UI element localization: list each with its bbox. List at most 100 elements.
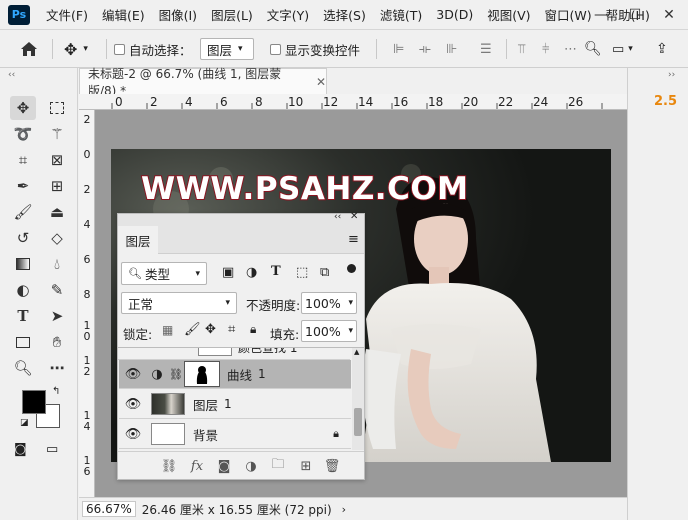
lasso-tool-icon[interactable]: ➰	[10, 122, 36, 146]
new-layer-icon[interactable]: ⊞	[295, 454, 317, 478]
lock-position-icon[interactable]: ✥	[205, 322, 216, 337]
type-tool-icon[interactable]: T	[10, 304, 36, 328]
filter-adjustment-icon[interactable]: ◑	[246, 265, 257, 280]
align-center-h-icon[interactable]: ⟛	[419, 30, 431, 68]
rectangle-tool-icon[interactable]	[10, 330, 36, 354]
close-window-button[interactable]: ✕	[652, 0, 686, 30]
auto-select-checkbox[interactable]: 自动选择：	[114, 30, 192, 68]
frame-tool-icon[interactable]: ⊠	[44, 148, 70, 172]
menu-filter[interactable]: 滤镜(T)	[380, 5, 422, 24]
gradient-tool-icon[interactable]	[10, 252, 36, 276]
path-selection-tool-icon[interactable]: ➤	[44, 304, 70, 328]
menu-edit[interactable]: 编辑(E)	[102, 5, 145, 24]
search-icon[interactable]: 🔍︎	[584, 30, 602, 68]
menu-type[interactable]: 文字(Y)	[267, 5, 309, 24]
search-icon: 🔍︎	[128, 267, 142, 280]
menu-image[interactable]: 图像(I)	[159, 5, 197, 24]
healing-brush-tool-icon[interactable]: ⊞	[44, 174, 70, 198]
menu-select[interactable]: 选择(S)	[323, 5, 366, 24]
status-menu-chevron-icon[interactable]: ›	[342, 503, 346, 516]
move-tool-icon[interactable]: ✥	[10, 96, 36, 120]
panel-menu-icon[interactable]: ≡	[348, 232, 359, 247]
filter-pixel-icon[interactable]: ▣	[222, 265, 234, 280]
layer-row-photo[interactable]: 👁︎ 图层 1	[119, 390, 351, 419]
close-panel-icon[interactable]: ✕	[350, 211, 358, 222]
menu-file[interactable]: 文件(F)	[46, 5, 88, 24]
brush-tool-icon[interactable]: 🖌︎	[10, 200, 36, 224]
more-align-icon[interactable]: ⋯	[564, 30, 577, 68]
align-top-icon[interactable]: ⫪	[518, 30, 525, 68]
magic-wand-tool-icon[interactable]: ⚚	[44, 122, 70, 146]
menu-layer[interactable]: 图层(L)	[211, 5, 253, 24]
add-mask-icon[interactable]: ◙	[213, 454, 235, 478]
share-icon[interactable]: ⇪	[656, 30, 668, 68]
lock-artboard-icon[interactable]: ⌗	[228, 322, 235, 337]
layer-mask-thumbnail[interactable]	[183, 361, 220, 387]
expand-panels-icon[interactable]: ››	[668, 70, 675, 80]
visibility-eye-icon[interactable]: 👁︎	[119, 367, 147, 382]
move-tool-preset-icon[interactable]: ✥ ▾	[64, 30, 88, 68]
visibility-eye-icon[interactable]: 👁︎	[119, 427, 147, 442]
blur-tool-icon[interactable]: 💧︎	[44, 252, 70, 276]
auto-select-target-dropdown[interactable]: 图层 ▾	[200, 30, 254, 68]
eraser-tool-icon[interactable]: ◇	[44, 226, 70, 250]
menu-view[interactable]: 视图(V)	[487, 5, 530, 24]
layers-scrollbar[interactable]: ▲	[352, 348, 364, 450]
filter-shape-icon[interactable]: ⬚	[296, 265, 308, 280]
scroll-up-icon[interactable]: ▲	[354, 348, 359, 356]
panel-drag-bar[interactable]: ‹‹ ✕	[118, 211, 364, 226]
screen-mode-icon[interactable]: ▭	[46, 442, 58, 457]
workspace-icon[interactable]: ▭ ▾	[612, 30, 633, 68]
lock-transparent-icon[interactable]: ▦	[162, 323, 173, 337]
chain-link-icon[interactable]: ⛓︎	[169, 368, 183, 381]
eyedropper-tool-icon[interactable]: ✒	[10, 174, 36, 198]
tab-layers[interactable]: 图层	[118, 226, 158, 254]
distribute-h-icon[interactable]: ☰	[480, 30, 492, 68]
zoom-tool-icon[interactable]: 🔍︎	[10, 356, 36, 380]
lock-image-pixels-icon[interactable]: 🖌︎	[184, 322, 201, 337]
scrollbar-thumb[interactable]	[354, 408, 362, 436]
foreground-color-swatch[interactable]	[22, 390, 46, 414]
history-brush-tool-icon[interactable]: ↺	[10, 226, 36, 250]
document-tab[interactable]: 未标题-2 @ 66.7% (曲线 1, 图层蒙版/8) * ✕	[79, 67, 327, 98]
new-group-folder-icon[interactable]: 🗀	[267, 454, 289, 478]
home-icon[interactable]	[20, 30, 38, 68]
align-right-icon[interactable]: ⊪	[446, 30, 457, 68]
new-adjustment-layer-icon[interactable]: ◑	[240, 454, 262, 478]
crop-tool-icon[interactable]: ⌗	[10, 148, 36, 172]
collapse-tools-icon[interactable]: ‹‹	[8, 70, 15, 80]
align-left-icon[interactable]: ⊫	[393, 30, 404, 68]
layer-style-fx-button[interactable]: fx	[186, 454, 208, 478]
maximize-button[interactable]: ☐	[618, 0, 652, 30]
hand-tool-icon[interactable]: ✋︎	[44, 330, 70, 354]
filter-type-icon[interactable]: T	[271, 264, 281, 279]
align-middle-v-icon[interactable]: ⫩	[542, 30, 549, 68]
visibility-eye-icon[interactable]: 👁︎	[119, 397, 147, 412]
fill-input[interactable]: 100% ▾	[301, 320, 357, 342]
link-layers-icon[interactable]: ⛓︎	[158, 454, 180, 478]
quick-mask-icon[interactable]: ◙	[14, 442, 27, 457]
layer-row-background[interactable]: 👁︎ 背景 🔒︎	[119, 420, 351, 449]
dodge-tool-icon[interactable]: ◐	[10, 278, 36, 302]
marquee-tool-icon[interactable]	[44, 96, 70, 120]
lock-all-icon[interactable]: 🔒︎	[250, 322, 256, 337]
filter-toggle-icon[interactable]	[347, 264, 356, 273]
menu-3d[interactable]: 3D(D)	[436, 7, 473, 22]
show-transform-checkbox[interactable]: 显示变换控件	[270, 30, 360, 68]
swap-colors-icon[interactable]: ↰	[52, 386, 60, 397]
delete-layer-icon[interactable]: 🗑︎	[321, 454, 343, 478]
opacity-input[interactable]: 100% ▾	[301, 292, 357, 314]
default-colors-icon[interactable]: ◪	[20, 418, 29, 428]
layer-filter-dropdown[interactable]: 🔍︎ 类型 ▾	[121, 262, 207, 285]
more-tools-icon[interactable]: ⋯	[44, 356, 70, 380]
filter-smart-object-icon[interactable]: ⧉	[320, 265, 329, 280]
pen-tool-icon[interactable]: ✎	[44, 278, 70, 302]
minimize-button[interactable]: —	[584, 0, 618, 30]
clone-stamp-tool-icon[interactable]: ⏏	[44, 200, 70, 224]
zoom-level[interactable]: 66.67%	[82, 501, 136, 517]
layer-row[interactable]: 颜色查找 1	[118, 348, 350, 360]
blend-mode-dropdown[interactable]: 正常 ▾	[121, 292, 237, 314]
layer-row-curves[interactable]: 👁︎ ◑ ⛓︎ 曲线 1	[119, 360, 351, 389]
close-document-icon[interactable]: ✕	[316, 75, 326, 89]
collapse-panel-icon[interactable]: ‹‹	[334, 212, 341, 222]
